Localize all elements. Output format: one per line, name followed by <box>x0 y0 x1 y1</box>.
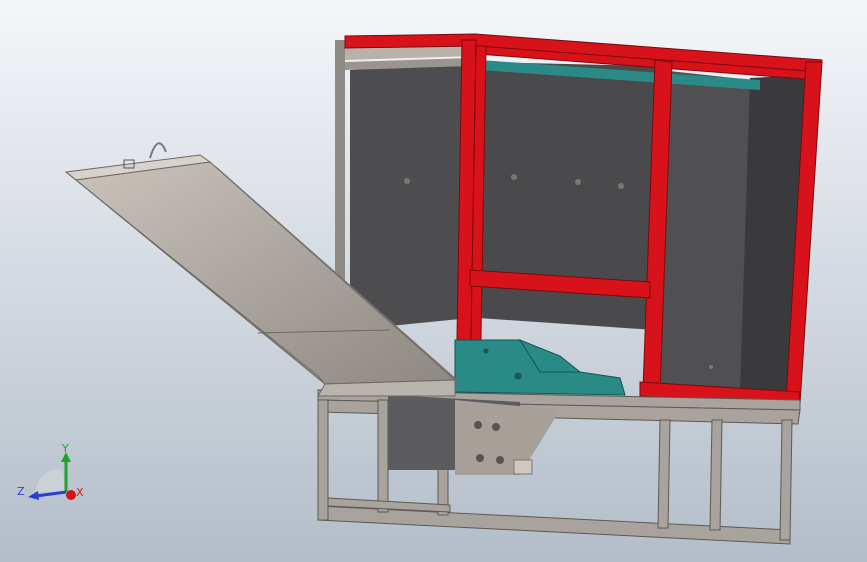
cad-model[interactable] <box>0 0 867 562</box>
cad-viewport[interactable]: Y Z X <box>0 0 867 562</box>
x-axis-label: X <box>76 486 84 499</box>
spring-part <box>513 459 533 475</box>
orientation-triad: Y Z X <box>17 442 84 500</box>
z-axis-label: Z <box>17 485 25 498</box>
y-axis-label: Y <box>61 442 69 455</box>
